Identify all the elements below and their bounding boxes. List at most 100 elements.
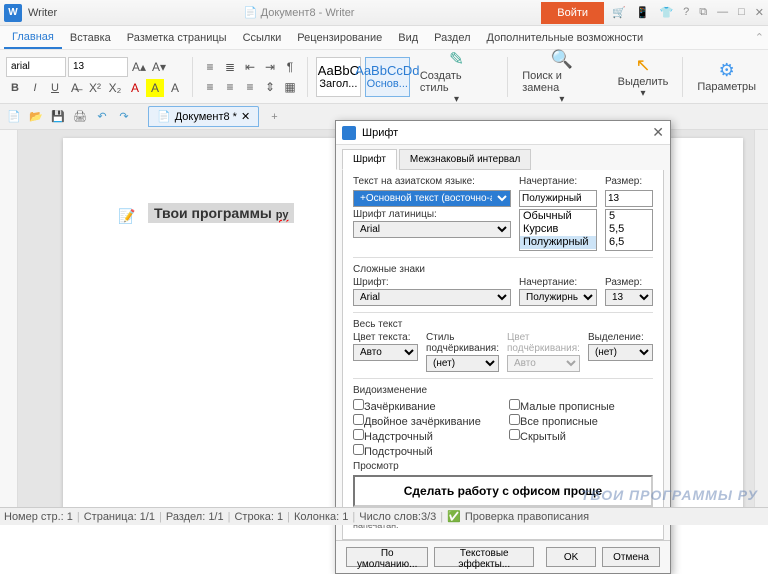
style-normal[interactable]: AaBbCcDdОснов... [365,57,410,97]
size-listbox[interactable]: 55,56,5 [605,209,653,251]
maximize-icon[interactable]: □ [738,6,745,19]
menubar: Главная Вставка Разметка страницы Ссылки… [0,26,768,50]
spell-icon[interactable]: ✅ [447,510,461,523]
cancel-button[interactable]: Отмена [602,547,660,567]
dialog-tab-spacing[interactable]: Межзнаковый интервал [399,149,531,170]
super-checkbox[interactable] [353,429,364,440]
sub-icon[interactable]: X₂ [106,79,124,97]
text-color-select[interactable]: Авто [353,344,418,361]
latin-font-select[interactable]: Arial [353,221,511,238]
effects-label: Видоизменение [353,385,653,396]
dialog-icon [342,126,356,140]
bullets-icon[interactable]: ≡ [201,58,219,76]
indent-inc-icon[interactable]: ⇥ [261,58,279,76]
complex-style-select[interactable]: Полужирный [519,289,597,306]
highlight-select[interactable]: (нет) [588,344,653,361]
allcaps-checkbox[interactable] [509,414,520,425]
status-line[interactable]: Строка: 1 [234,511,283,523]
redo-icon[interactable]: ↷ [116,109,132,125]
dstrike-checkbox[interactable] [353,414,364,425]
minimize-icon[interactable]: — [717,6,728,19]
style-input[interactable] [519,190,597,207]
latin-font-label: Шрифт латиницы: [353,209,511,220]
document-text[interactable]: Твои программы ру [148,203,294,223]
print-icon[interactable]: 🖨 [72,109,88,125]
save-icon[interactable]: 💾 [50,109,66,125]
shrink-font-icon[interactable]: A▾ [150,58,168,76]
login-button[interactable]: Войти [541,2,604,24]
font-name-input[interactable] [6,57,66,77]
font-color-icon[interactable]: A [126,79,144,97]
status-spell[interactable]: Проверка правописания [465,511,589,523]
options-button[interactable]: ⚙Параметры [691,58,762,95]
strike-checkbox[interactable] [353,399,364,410]
help-icon[interactable]: ? [683,6,689,19]
tab-section[interactable]: Раздел [426,28,478,48]
tab-extras[interactable]: Дополнительные возможности [479,28,652,48]
dialog-close-icon[interactable]: ✕ [652,124,664,141]
underline-icon[interactable]: U [46,79,64,97]
tab-view[interactable]: Вид [390,28,426,48]
underline-style-select[interactable]: (нет) [426,355,499,372]
shirt-icon[interactable]: 👕 [659,6,673,19]
super-icon[interactable]: X² [86,79,104,97]
close-icon[interactable]: ✕ [755,6,764,19]
line-spacing-icon[interactable]: ⇕ [261,78,279,96]
tab-close-icon[interactable]: ✕ [241,110,250,123]
complex-size-select[interactable]: 13 [605,289,653,306]
restore-icon[interactable]: ⧉ [699,6,707,19]
defaults-button[interactable]: По умолчанию... [346,547,428,567]
align-center-icon[interactable]: ≡ [221,78,239,96]
tab-insert[interactable]: Вставка [62,28,119,48]
tab-home[interactable]: Главная [4,27,62,49]
cart-icon[interactable]: 🛒 [612,6,626,19]
status-page-num[interactable]: Номер стр.: 1 [4,511,73,523]
asian-font-select[interactable]: +Основной текст (восточно-азиат [353,190,511,207]
bold-icon[interactable]: B [6,79,24,97]
style-listbox[interactable]: ОбычныйКурсивПолужирный [519,209,597,251]
size-input[interactable] [605,190,653,207]
grow-font-icon[interactable]: A▴ [130,58,148,76]
select-button[interactable]: ↖Выделить▾ [612,53,675,101]
smallcaps-checkbox[interactable] [509,399,520,410]
status-pages[interactable]: Страница: 1/1 [84,511,155,523]
phone-icon[interactable]: 📱 [636,6,650,19]
ok-button[interactable]: OK [546,547,596,567]
complex-font-select[interactable]: Arial [353,289,511,306]
text-effects-button[interactable]: Текстовые эффекты... [434,547,534,567]
new-icon[interactable]: 📄 [6,109,22,125]
collapse-ribbon-icon[interactable]: ⌃ [755,31,764,44]
font-size-input[interactable] [68,57,128,77]
status-section[interactable]: Раздел: 1/1 [166,511,224,523]
open-icon[interactable]: 📂 [28,109,44,125]
create-style-button[interactable]: ✎Создать стиль▾ [414,47,499,107]
numbering-icon[interactable]: ≣ [221,58,239,76]
undo-icon[interactable]: ↶ [94,109,110,125]
status-words[interactable]: Число слов:3/3 [359,511,436,523]
dialog-tab-font[interactable]: Шрифт [342,149,397,170]
document-tab[interactable]: 📄Документ8 *✕ [148,106,259,127]
tab-layout[interactable]: Разметка страницы [119,28,235,48]
strike-icon[interactable]: A̶ [66,79,84,97]
tab-review[interactable]: Рецензирование [289,28,390,48]
tab-links[interactable]: Ссылки [235,28,290,48]
status-col[interactable]: Колонка: 1 [294,511,348,523]
highlight-icon[interactable]: A [146,79,164,97]
clear-format-icon[interactable]: A [166,79,184,97]
italic-icon[interactable]: I [26,79,44,97]
new-tab-icon[interactable]: + [271,111,277,123]
find-replace-button[interactable]: 🔍Поиск и замена▾ [516,47,607,107]
style-heading[interactable]: AaBbCЗагол... [316,57,361,97]
align-right-icon[interactable]: ≡ [241,78,259,96]
complex-label: Сложные знаки [353,264,653,275]
vertical-scrollbar[interactable] [754,130,768,507]
indent-dec-icon[interactable]: ⇤ [241,58,259,76]
align-left-icon[interactable]: ≡ [201,78,219,96]
hidden-checkbox[interactable] [509,429,520,440]
shading-icon[interactable]: ▦ [281,78,299,96]
show-marks-icon[interactable]: ¶ [281,58,299,76]
doc-title-center: 📄 Документ8 - Writer [57,6,541,19]
titlebar: W Writer 📄 Документ8 - Writer Войти 🛒 📱 … [0,0,768,26]
sub-checkbox[interactable] [353,444,364,455]
comment-icon[interactable]: 📝 [118,208,135,225]
